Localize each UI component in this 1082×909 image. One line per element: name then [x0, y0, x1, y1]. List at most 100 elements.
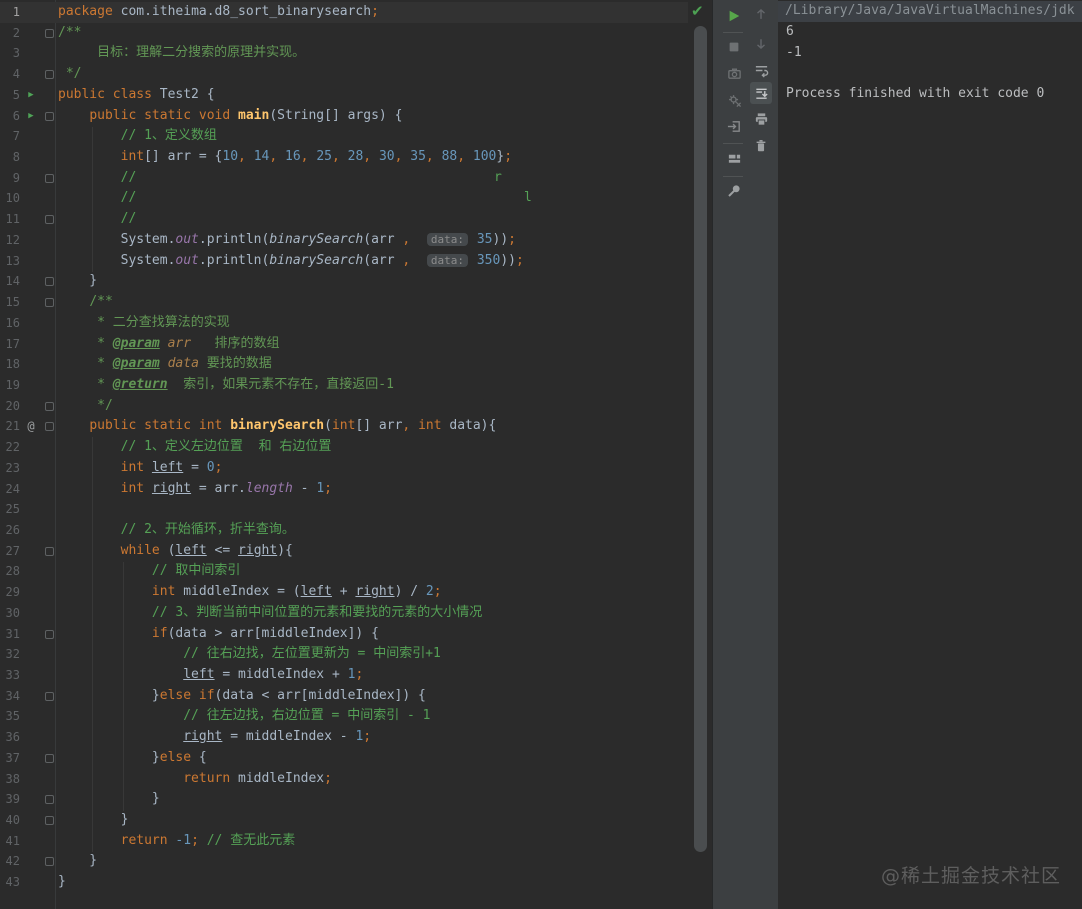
fold-marker[interactable]	[42, 416, 58, 437]
line-number[interactable]: 25	[0, 499, 20, 520]
code-line[interactable]: 23 int left = 0;	[0, 458, 688, 479]
line-number[interactable]: 27	[0, 541, 20, 562]
fold-marker[interactable]	[42, 396, 58, 417]
code-line[interactable]: 4 */	[0, 64, 688, 85]
fold-marker[interactable]	[42, 748, 58, 769]
line-number[interactable]: 13	[0, 251, 20, 272]
code-line[interactable]: 15 /**	[0, 292, 688, 313]
code-line[interactable]: 36 right = middleIndex - 1;	[0, 727, 688, 748]
line-number[interactable]: 1	[0, 2, 20, 23]
code-line[interactable]: 25	[0, 499, 688, 520]
line-number[interactable]: 22	[0, 437, 20, 458]
run-gutter-icon[interactable]: ▶	[20, 85, 42, 106]
line-number[interactable]: 15	[0, 292, 20, 313]
scrollbar-thumb[interactable]	[694, 26, 707, 852]
line-number[interactable]: 9	[0, 168, 20, 189]
code-line[interactable]: 8 int[] arr = {10, 14, 16, 25, 28, 30, 3…	[0, 147, 688, 168]
line-number[interactable]: 7	[0, 126, 20, 147]
code-line[interactable]: 19 * @return 索引，如果元素不存在，直接返回-1	[0, 375, 688, 396]
fold-marker[interactable]	[42, 541, 58, 562]
code-line[interactable]: 11 //	[0, 209, 688, 230]
code-line[interactable]: 27 while (left <= right){	[0, 541, 688, 562]
code-line[interactable]: 28 // 取中间索引	[0, 561, 688, 582]
line-number[interactable]: 19	[0, 375, 20, 396]
code-line[interactable]: 18 * @param data 要找的数据	[0, 354, 688, 375]
code-line[interactable]: 21 @ public static int binarySearch(int[]…	[0, 416, 688, 437]
arrow-down-icon[interactable]	[750, 33, 772, 55]
fold-marker[interactable]	[42, 686, 58, 707]
code-line[interactable]: 2 /**	[0, 23, 688, 44]
line-number[interactable]: 16	[0, 313, 20, 334]
camera-thread-dump-icon[interactable]	[723, 62, 745, 84]
line-number[interactable]: 23	[0, 458, 20, 479]
code-line[interactable]: 20 */	[0, 396, 688, 417]
line-number[interactable]: 41	[0, 831, 20, 852]
code-line[interactable]: 38 return middleIndex;	[0, 769, 688, 790]
code-line[interactable]: 12 System.out.println(binarySearch(arr ,…	[0, 230, 688, 251]
code-line[interactable]: 37 }else {	[0, 748, 688, 769]
code-line[interactable]: 39 }	[0, 789, 688, 810]
run-gutter-icon[interactable]: ▶	[20, 106, 42, 127]
attach-arrow-box-icon[interactable]	[723, 115, 745, 137]
line-number[interactable]: 30	[0, 603, 20, 624]
code-line[interactable]: 1 package com.itheima.d8_sort_binarysearc…	[0, 2, 688, 23]
soft-wrap-icon[interactable]	[750, 59, 772, 81]
code-line[interactable]: 7 // 1、定义数组	[0, 126, 688, 147]
arrow-up-icon[interactable]	[750, 3, 772, 25]
line-number[interactable]: 35	[0, 706, 20, 727]
fold-marker[interactable]	[42, 209, 58, 230]
stop-icon[interactable]	[723, 36, 745, 58]
line-number[interactable]: 32	[0, 644, 20, 665]
code-line[interactable]: 6 ▶ public static void main(String[] args…	[0, 106, 688, 127]
line-number[interactable]: 24	[0, 479, 20, 500]
code-line[interactable]: 29 int middleIndex = (left + right) / 2;	[0, 582, 688, 603]
line-number[interactable]: 3	[0, 43, 20, 64]
clear-trash-icon[interactable]	[750, 135, 772, 157]
code-line[interactable]: 30 // 3、判断当前中间位置的元素和要找的元素的大小情况	[0, 603, 688, 624]
code-line[interactable]: 9 // r	[0, 168, 688, 189]
line-number[interactable]: 40	[0, 810, 20, 831]
code-line[interactable]: 41 return -1; // 查无此元素	[0, 831, 688, 852]
fold-marker[interactable]	[42, 64, 58, 85]
fold-marker[interactable]	[42, 106, 58, 127]
line-number[interactable]: 8	[0, 147, 20, 168]
code-line[interactable]: 42 }	[0, 851, 688, 872]
line-number[interactable]: 38	[0, 769, 20, 790]
code-line[interactable]: 14 }	[0, 271, 688, 292]
line-number[interactable]: 10	[0, 188, 20, 209]
line-number[interactable]: 17	[0, 334, 20, 355]
inspections-ok-check-icon[interactable]: ✔	[691, 2, 704, 20]
fold-marker[interactable]	[42, 271, 58, 292]
fold-marker[interactable]	[42, 168, 58, 189]
line-number[interactable]: 18	[0, 354, 20, 375]
code-line[interactable]: 13 System.out.println(binarySearch(arr ,…	[0, 251, 688, 272]
code-line[interactable]: 34 }else if(data < arr[middleIndex]) {	[0, 686, 688, 707]
line-number[interactable]: 2	[0, 23, 20, 44]
line-number[interactable]: 28	[0, 561, 20, 582]
line-number[interactable]: 26	[0, 520, 20, 541]
print-icon[interactable]	[750, 108, 772, 130]
pin-icon[interactable]	[723, 180, 745, 202]
line-number[interactable]: 33	[0, 665, 20, 686]
line-number[interactable]: 20	[0, 396, 20, 417]
line-number[interactable]: 39	[0, 789, 20, 810]
line-number[interactable]: 11	[0, 209, 20, 230]
code-line[interactable]: 35 // 往左边找，右边位置 = 中间索引 - 1	[0, 706, 688, 727]
fold-marker[interactable]	[42, 23, 58, 44]
code-line[interactable]: 26 // 2、开始循环，折半查询。	[0, 520, 688, 541]
fold-marker[interactable]	[42, 810, 58, 831]
line-number[interactable]: 6	[0, 106, 20, 127]
fold-marker[interactable]	[42, 851, 58, 872]
line-number[interactable]: 14	[0, 271, 20, 292]
fold-marker[interactable]	[42, 624, 58, 645]
code-line[interactable]: 31 if(data > arr[middleIndex]) {	[0, 624, 688, 645]
code-line[interactable]: 22 // 1、定义左边位置 和 右边位置	[0, 437, 688, 458]
code-line[interactable]: 24 int right = arr.length - 1;	[0, 479, 688, 500]
code-line[interactable]: 16 * 二分查找算法的实现	[0, 313, 688, 334]
line-number[interactable]: 4	[0, 64, 20, 85]
code-line[interactable]: 17 * @param arr 排序的数组	[0, 334, 688, 355]
rerun-play-icon[interactable]	[723, 5, 745, 27]
build-gear-icon[interactable]	[723, 89, 745, 111]
fold-marker[interactable]	[42, 789, 58, 810]
code-line[interactable]: 32 // 往右边找，左位置更新为 = 中间索引+1	[0, 644, 688, 665]
